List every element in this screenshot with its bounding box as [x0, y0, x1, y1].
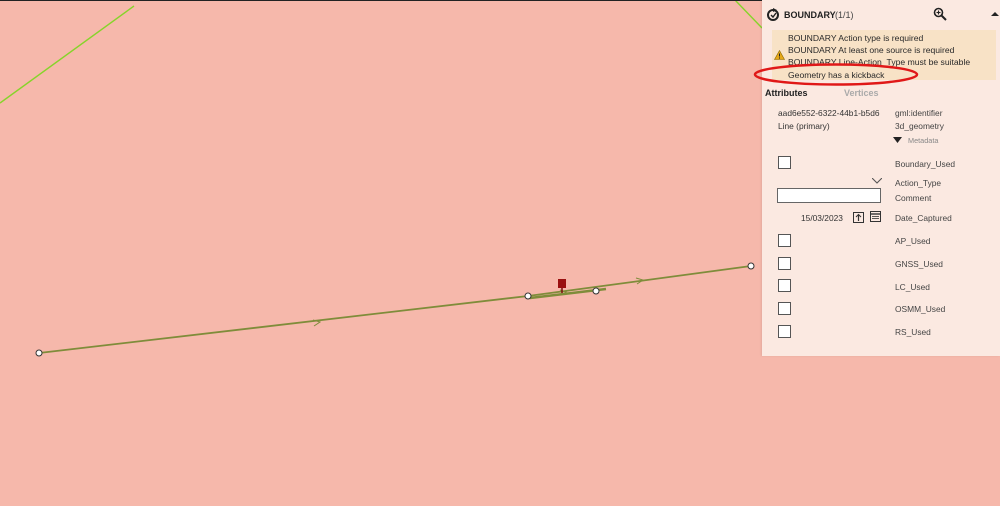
metadata-expand-icon[interactable]: [893, 137, 902, 144]
warning-message: BOUNDARY Action type is required: [788, 33, 924, 43]
label-rs-used: RS_Used: [895, 327, 931, 337]
tab-attributes[interactable]: Attributes: [765, 88, 808, 98]
feature-panel: BOUNDARY (1/1) BOUNDARY Action type is r…: [753, 0, 1000, 356]
geometry-type-value: Line (primary): [778, 121, 830, 131]
metadata-toggle[interactable]: Metadata: [908, 136, 938, 145]
rs-used-checkbox[interactable]: [778, 325, 791, 338]
label-action-type: Action_Type: [895, 178, 942, 188]
refresh-icon[interactable]: [766, 8, 780, 22]
highlight-ellipse: [753, 63, 919, 86]
vertex-handle[interactable]: [747, 262, 755, 270]
zoom-to-icon[interactable]: [933, 7, 947, 21]
ap-used-checkbox[interactable]: [778, 234, 791, 247]
label-osmm-used: OSMM_Used: [895, 304, 946, 314]
date-captured-value[interactable]: 15/03/2023: [801, 213, 843, 223]
tab-vertices[interactable]: Vertices: [844, 88, 879, 98]
feature-count: (1/1): [835, 10, 854, 20]
feature-class-title: BOUNDARY: [784, 10, 836, 20]
action-type-dropdown-icon[interactable]: [872, 178, 882, 184]
vertex-handle[interactable]: [35, 349, 43, 357]
gnss-used-checkbox[interactable]: [778, 257, 791, 270]
label-3d-geometry: 3d_geometry: [895, 121, 944, 131]
boundary-used-checkbox[interactable]: [778, 156, 791, 169]
label-boundary-used: Boundary_Used: [895, 159, 956, 169]
label-gnss-used: GNSS_Used: [895, 259, 943, 269]
label-lc-used: LC_Used: [895, 282, 930, 292]
label-gml-identifier: gml:identifier: [895, 108, 943, 118]
label-comment: Comment: [895, 193, 932, 203]
error-marker-icon[interactable]: [558, 279, 566, 288]
calendar-icon[interactable]: [870, 211, 881, 222]
comment-input[interactable]: [777, 188, 881, 203]
feature-identifier-value: aad6e552-6322-44b1-b5d6: [778, 108, 880, 118]
osmm-used-checkbox[interactable]: [778, 302, 791, 315]
label-ap-used: AP_Used: [895, 236, 931, 246]
warning-icon: [774, 50, 785, 60]
label-date-captured: Date_Captured: [895, 213, 952, 223]
date-picker-icon[interactable]: [853, 211, 864, 223]
collapse-chevron-icon[interactable]: [991, 11, 999, 17]
vertex-handle[interactable]: [524, 292, 532, 300]
vertex-handle[interactable]: [592, 287, 600, 295]
warning-message: BOUNDARY At least one source is required: [788, 45, 955, 55]
lc-used-checkbox[interactable]: [778, 279, 791, 292]
